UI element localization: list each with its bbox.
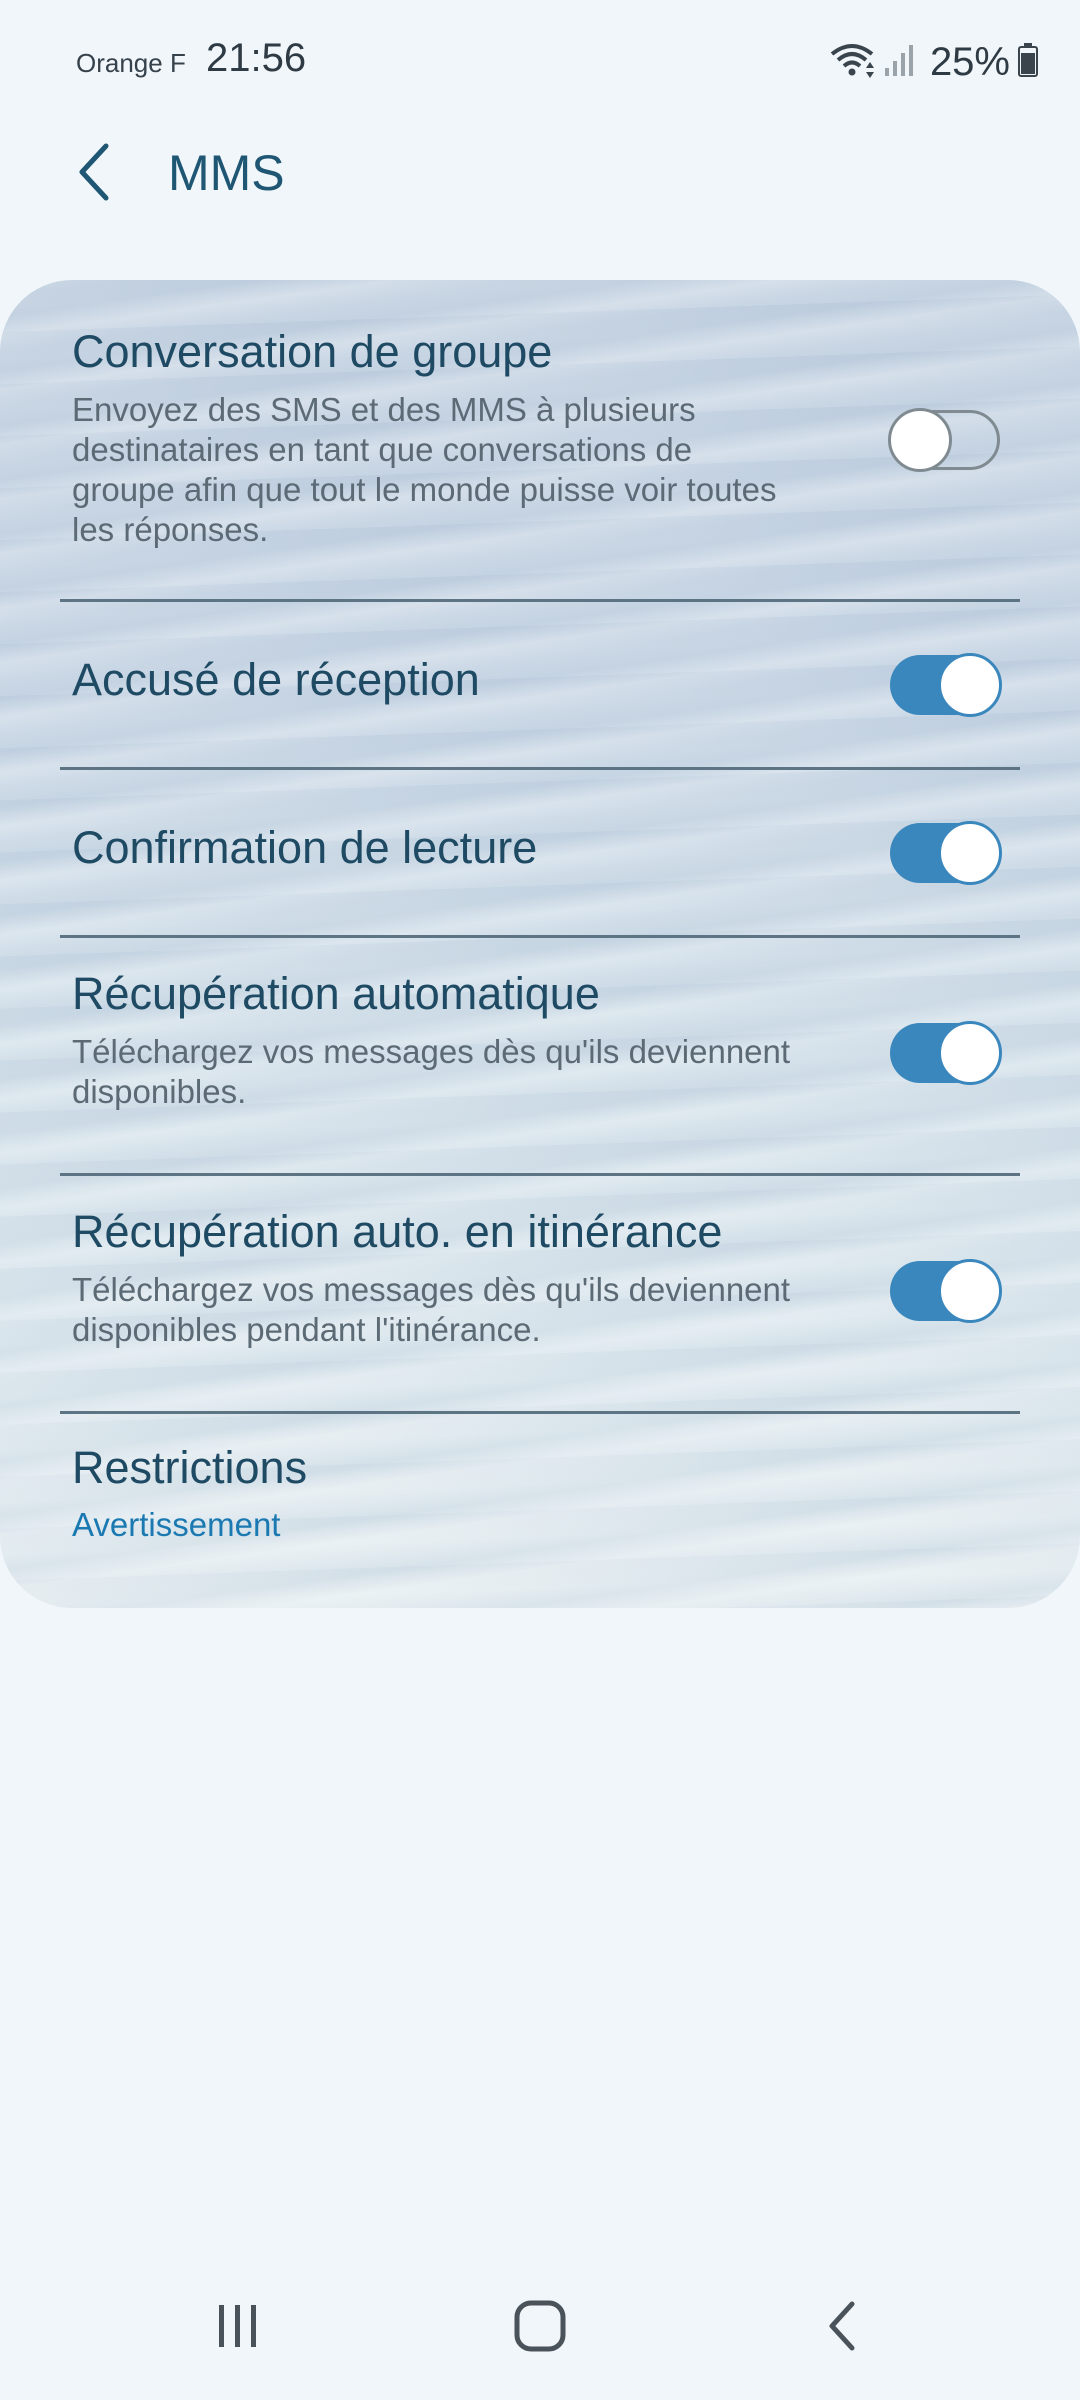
setting-group-conversation[interactable]: Conversation de groupe Envoyez des SMS e… xyxy=(0,280,1080,600)
read-receipt-toggle[interactable] xyxy=(890,821,1002,885)
toggle-knob xyxy=(938,1021,1002,1085)
clock: 21:56 xyxy=(206,36,307,80)
back-button[interactable] xyxy=(64,138,124,210)
setting-title: Restrictions xyxy=(72,1442,308,1493)
carrier-name: Orange F xyxy=(76,48,186,78)
setting-auto-retrieve[interactable]: Récupération automatique Téléchargez vos… xyxy=(0,938,1080,1174)
auto-retrieve-toggle[interactable] xyxy=(890,1021,1002,1085)
home-icon xyxy=(512,2298,568,2358)
nav-back-button[interactable] xyxy=(782,2278,902,2378)
restrictions-value: Avertissement xyxy=(72,1506,281,1543)
toggle-knob xyxy=(938,1259,1002,1323)
battery-percent: 25% xyxy=(929,39,1010,84)
signal-icon xyxy=(884,42,914,82)
setting-title: Confirmation de lecture xyxy=(72,822,538,873)
toggle-knob xyxy=(938,821,1002,885)
back-icon xyxy=(824,2300,860,2356)
status-bar: Orange F 21:56 25% xyxy=(0,0,1080,124)
battery-icon xyxy=(1018,43,1038,81)
setting-title: Récupération auto. en itinérance xyxy=(72,1206,723,1257)
settings-card: Conversation de groupe Envoyez des SMS e… xyxy=(0,280,1080,1608)
toggle-knob xyxy=(938,653,1002,717)
delivery-report-toggle[interactable] xyxy=(890,653,1002,717)
setting-title: Récupération automatique xyxy=(72,968,600,1019)
setting-title: Conversation de groupe xyxy=(72,326,553,377)
setting-read-receipt[interactable]: Confirmation de lecture xyxy=(0,770,1080,936)
back-arrow-icon xyxy=(76,142,112,206)
status-icons: 25% xyxy=(828,34,1038,90)
setting-description: Téléchargez vos messages dès qu'ils devi… xyxy=(72,1033,791,1110)
app-bar: MMS xyxy=(0,124,1080,224)
recent-apps-icon xyxy=(213,2301,263,2355)
setting-restrictions[interactable]: Restrictions Avertissement xyxy=(0,1414,1080,1608)
recent-apps-button[interactable] xyxy=(178,2278,298,2378)
setting-title: Accusé de réception xyxy=(72,654,480,705)
setting-delivery-report[interactable]: Accusé de réception xyxy=(0,602,1080,768)
setting-description: Envoyez des SMS et des MMS à plusieurs d… xyxy=(72,391,777,548)
page-title: MMS xyxy=(168,145,285,201)
home-button[interactable] xyxy=(480,2278,600,2378)
setting-roaming-auto-retrieve[interactable]: Récupération auto. en itinérance Télécha… xyxy=(0,1176,1080,1412)
wifi-icon xyxy=(828,40,876,84)
roaming-auto-retrieve-toggle[interactable] xyxy=(890,1259,1002,1323)
setting-description: Téléchargez vos messages dès qu'ils devi… xyxy=(72,1271,791,1348)
navigation-bar xyxy=(0,2268,1080,2388)
group-conversation-toggle[interactable] xyxy=(888,408,1000,472)
toggle-knob xyxy=(888,408,952,472)
